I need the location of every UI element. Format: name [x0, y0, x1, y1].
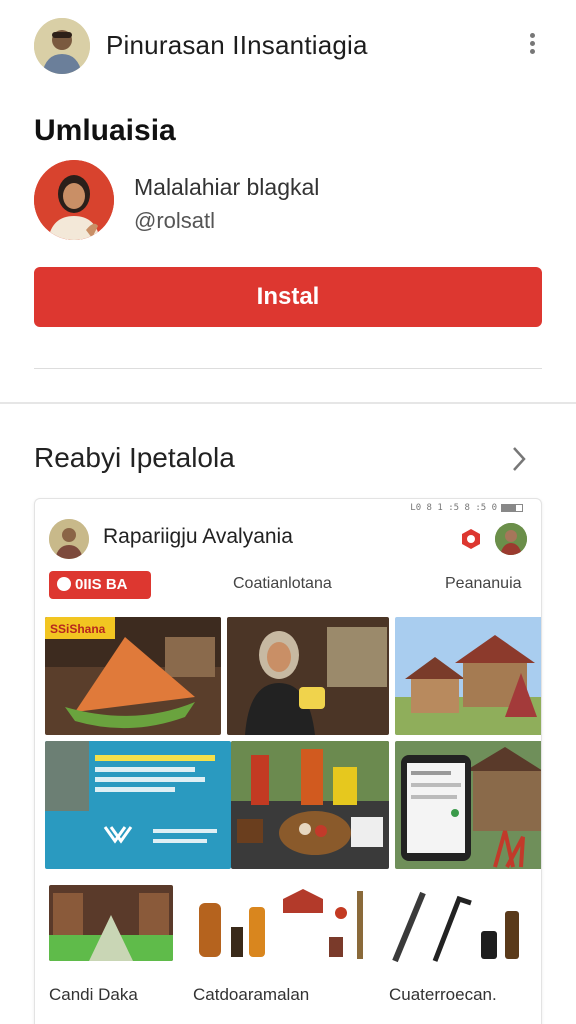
- top-app-bar: Pinurasan IInsantiagia: [0, 0, 576, 92]
- notification-badge-icon[interactable]: [459, 527, 483, 551]
- developer-name: Malalahiar blagkal: [134, 174, 320, 200]
- card-avatar: [49, 519, 89, 559]
- divider: [34, 368, 542, 369]
- profile-avatar-icon[interactable]: [495, 523, 527, 555]
- chevron-right-icon[interactable]: [506, 444, 532, 474]
- developer-avatar: [34, 160, 114, 240]
- app-preview-card[interactable]: L0 8 1 :5 8 :5 0 Rapariigju Avalyania 0I…: [34, 498, 542, 1024]
- gallery-tile-banner[interactable]: [45, 741, 231, 869]
- gallery-tile-person[interactable]: [227, 617, 389, 735]
- gallery-tile-products[interactable]: [191, 885, 375, 965]
- section-title: Umluaisia: [34, 114, 176, 147]
- gallery-tile-phone[interactable]: [395, 741, 541, 869]
- developer-handle[interactable]: @rolsatl: [134, 208, 215, 234]
- bottom-label-1: Candi Daka: [49, 985, 138, 1004]
- app-bar-title: Pinurasan IInsantiagia: [106, 30, 368, 60]
- card-title: Rapariigju Avalyania: [103, 525, 293, 548]
- tile-caption: SSiShana: [50, 622, 106, 636]
- bottom-label-2: Catdoaramalan: [193, 985, 310, 1004]
- person-avatar-icon[interactable]: [34, 18, 90, 74]
- battery-icon: [501, 503, 523, 512]
- dot-icon: [57, 577, 71, 592]
- gallery-tile-boat[interactable]: SSiShana: [45, 617, 221, 735]
- gallery-tile-houses[interactable]: [395, 617, 541, 735]
- tab-3[interactable]: Peananuia: [445, 575, 522, 593]
- status-bar: L0 8 1 :5 8 :5 0: [410, 503, 523, 513]
- tab-active-badge[interactable]: 0IIS BA: [49, 571, 151, 599]
- gallery-tile-street[interactable]: [49, 885, 173, 961]
- gallery-tile-crafts[interactable]: [231, 741, 389, 869]
- recommendations-title: Reabyi Ipetalola: [34, 442, 235, 473]
- bottom-label-3: Cuaterroecan.: [389, 985, 497, 1004]
- section-divider: [0, 402, 576, 404]
- kebab-menu-icon[interactable]: [522, 30, 542, 62]
- tab-2[interactable]: Coatianlotana: [233, 575, 332, 593]
- install-button[interactable]: Instal: [34, 267, 542, 327]
- gallery-tile-tools[interactable]: [389, 885, 535, 965]
